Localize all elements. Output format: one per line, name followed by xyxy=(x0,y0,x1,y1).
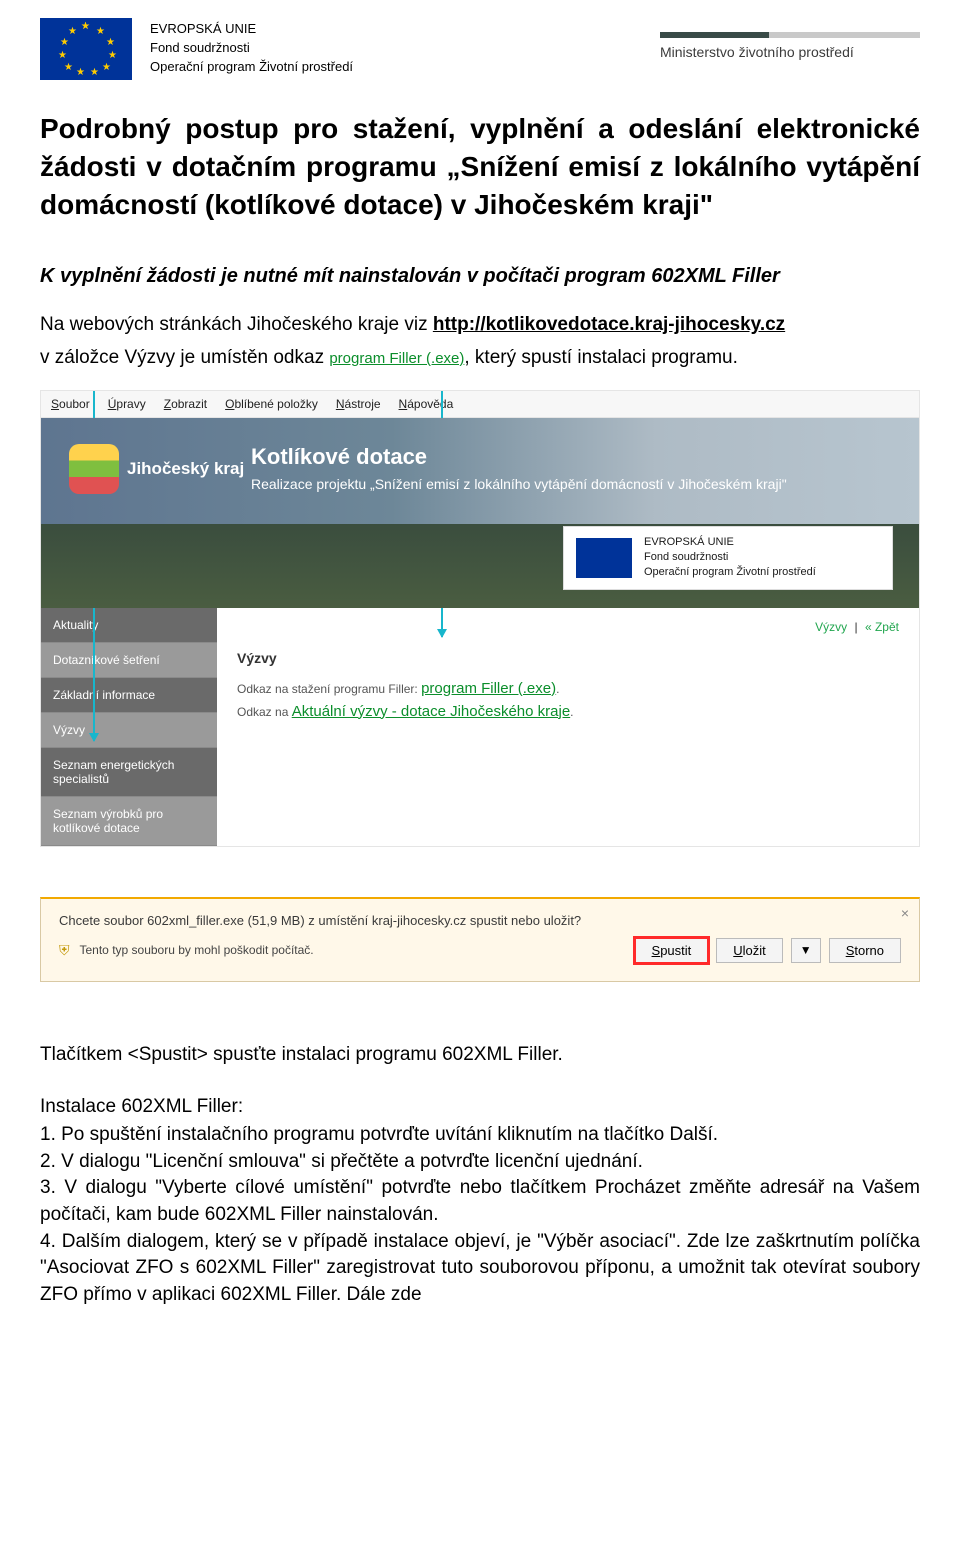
install-step-4: 4. Dalším dialogem, který se v případě i… xyxy=(40,1229,920,1309)
breadcrumb-vyzvy[interactable]: Výzvy xyxy=(815,620,847,634)
intro-text-2b: , který spustí instalaci programu. xyxy=(464,347,738,368)
spustit-instruction: Tlačítkem <Spustit> spusťte instalaci pr… xyxy=(40,1042,920,1069)
eu-funding-box: EVROPSKÁ UNIE Fond soudržnosti Operační … xyxy=(563,526,893,590)
page-subtitle: K vyplnění žádosti je nutné mít nainstal… xyxy=(40,263,920,290)
region-logo-icon xyxy=(69,444,119,494)
page-title: Podrobný postup pro stažení, vyplnění a … xyxy=(40,110,920,223)
site-sidebar: Aktuality Dotazníkové šetření Základní i… xyxy=(41,608,217,846)
install-step: 2. V dialogu "Licenční smlouva" si přečt… xyxy=(40,1149,920,1176)
intro-text-2a: v záložce Výzvy je umístěn odkaz xyxy=(40,347,329,368)
menu-item[interactable]: Zobrazit xyxy=(164,397,207,411)
shield-warning-icon: ⛨ xyxy=(59,942,70,959)
sidebar-item-specialistu[interactable]: Seznam energetických specialistů xyxy=(41,748,217,797)
install-steps: 1. Po spuštění instalačního programu pot… xyxy=(40,1122,920,1228)
sidebar-item-dotaznik[interactable]: Dotazníkové šetření xyxy=(41,643,217,678)
banner-title: Kotlíkové dotace xyxy=(251,444,787,470)
site-content: Výzvy | « Zpět Výzvy Odkaz na stažení pr… xyxy=(217,608,919,846)
ministry-label: Ministerstvo životního prostředí xyxy=(660,44,920,60)
eu-box-line3: Operační program Životní prostředí xyxy=(644,565,816,580)
intro-text-1a: Na webových stránkách Jihočeského kraje … xyxy=(40,314,433,335)
content-line1-text: Odkaz na stažení programu Filler: xyxy=(237,682,421,696)
eu-line1: EVROPSKÁ UNIE xyxy=(150,20,353,39)
breadcrumb-back[interactable]: « Zpět xyxy=(865,620,899,634)
menu-item[interactable]: Oblíbené položky xyxy=(225,397,318,411)
download-notification-bar: × Chcete soubor 602xml_filler.exe (51,9 … xyxy=(40,897,920,982)
close-icon[interactable]: × xyxy=(901,905,909,921)
menu-item[interactable]: Soubor xyxy=(51,397,90,411)
eu-flag-icon: ★ ★ ★ ★ ★ ★ ★ ★ ★ ★ ★ ★ xyxy=(40,18,132,80)
install-section-title: Instalace 602XML Filler: xyxy=(40,1096,920,1118)
program-filler-inline-link[interactable]: program Filler (.exe) xyxy=(329,350,464,367)
site-banner: Jihočeský kraj Kotlíkové dotace Realizac… xyxy=(41,418,919,608)
eu-program-text: EVROPSKÁ UNIE Fond soudržnosti Operační … xyxy=(150,18,353,77)
download-question: Chcete soubor 602xml_filler.exe (51,9 MB… xyxy=(59,913,901,928)
install-step: 3. V dialogu "Vyberte cílové umístění" p… xyxy=(40,1175,920,1228)
sidebar-item-vyzvy[interactable]: Výzvy xyxy=(41,713,217,748)
ulozit-dropdown-icon[interactable]: ▼ xyxy=(791,938,821,963)
eu-flag-icon xyxy=(576,538,632,578)
kotlikove-url-link[interactable]: http://kotlikovedotace.kraj-jihocesky.cz xyxy=(433,314,785,335)
embedded-browser-screenshot: Soubor Úpravy Zobrazit Oblíbené položky … xyxy=(40,390,920,847)
browser-menubar: Soubor Úpravy Zobrazit Oblíbené položky … xyxy=(41,391,919,418)
content-line2-text: Odkaz na xyxy=(237,705,292,719)
sidebar-item-info[interactable]: Základní informace xyxy=(41,678,217,713)
eu-line2: Fond soudržnosti xyxy=(150,39,353,58)
menu-item[interactable]: Nástroje xyxy=(336,397,381,411)
spustit-button[interactable]: Spustit xyxy=(635,938,709,963)
eu-line3: Operační program Životní prostředí xyxy=(150,58,353,77)
download-warning: Tento typ souboru by mohl poškodit počít… xyxy=(80,943,314,957)
storno-button[interactable]: Storno xyxy=(829,938,901,963)
menu-item[interactable]: Nápověda xyxy=(399,397,454,411)
menu-item[interactable]: Úpravy xyxy=(108,397,146,411)
eu-box-line1: EVROPSKÁ UNIE xyxy=(644,535,816,550)
content-heading: Výzvy xyxy=(237,650,899,666)
sidebar-item-aktuality[interactable]: Aktuality xyxy=(41,608,217,643)
breadcrumb-sep: | xyxy=(855,620,858,634)
install-step: 1. Po spuštění instalačního programu pot… xyxy=(40,1122,920,1149)
page-header: ★ ★ ★ ★ ★ ★ ★ ★ ★ ★ ★ ★ EVROPSKÁ UNIE Fo… xyxy=(40,18,920,80)
banner-subtitle: Realizace projektu „Snížení emisí z loká… xyxy=(251,476,787,492)
content-vyzvy-link[interactable]: Aktuální výzvy - dotace Jihočeského kraj… xyxy=(292,703,570,720)
ministry-block: Ministerstvo životního prostředí xyxy=(660,18,920,60)
ulozit-button[interactable]: Uložit xyxy=(716,938,783,963)
content-filler-link[interactable]: program Filler (.exe) xyxy=(421,680,556,697)
ministry-bar-icon xyxy=(660,32,920,38)
region-name: Jihočeský kraj xyxy=(127,459,244,479)
sidebar-item-vyrobku[interactable]: Seznam výrobků pro kotlíkové dotace xyxy=(41,797,217,846)
eu-box-line2: Fond soudržnosti xyxy=(644,550,816,565)
